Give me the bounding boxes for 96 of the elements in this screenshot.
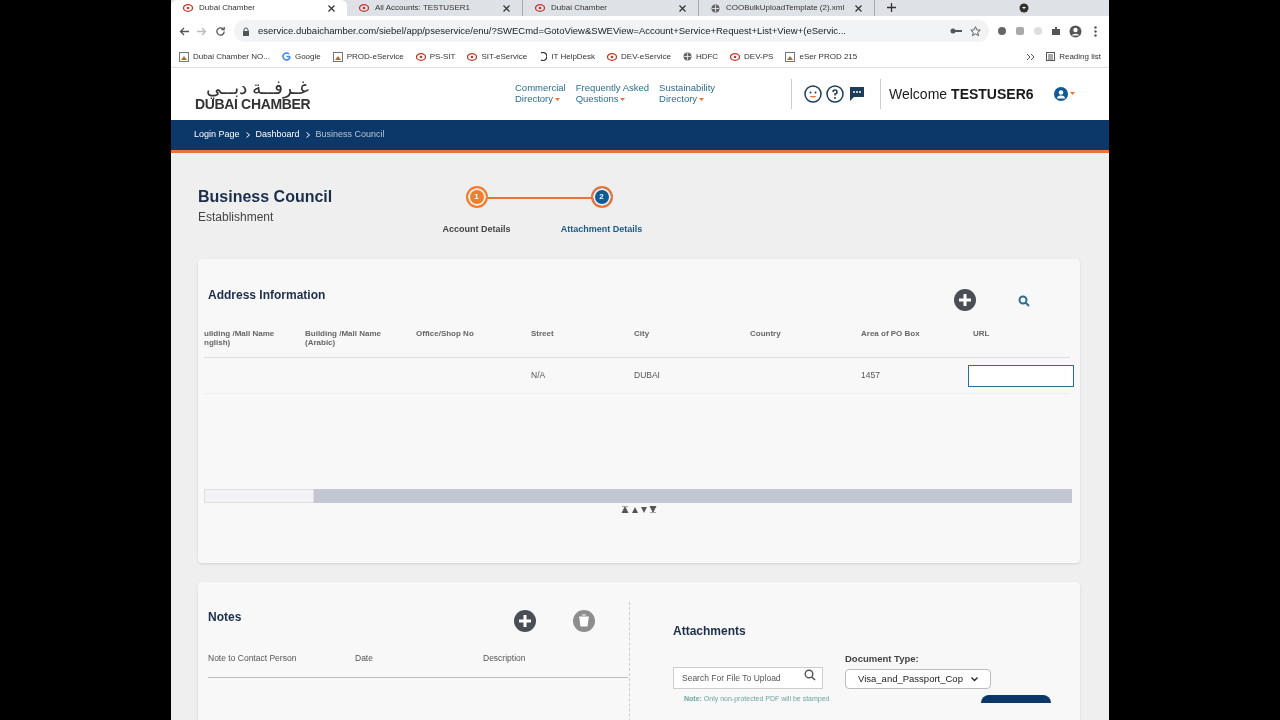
browser-tab[interactable]: Dubai Chamber: [171, 0, 347, 16]
tab-search-icon[interactable]: [1019, 3, 1029, 13]
bookmark[interactable]: Google: [281, 50, 321, 63]
puzzle-icon[interactable]: [1051, 26, 1061, 36]
site-icon: [183, 4, 193, 12]
nav-link[interactable]: Commercial Directory: [515, 83, 566, 105]
welcome-text: Welcome: [889, 84, 948, 104]
search-icon[interactable]: [804, 669, 816, 681]
step-label: Account Details: [441, 223, 512, 236]
site-icon: [607, 52, 618, 61]
smiley-icon[interactable]: [804, 85, 822, 103]
chevron-icon: [245, 132, 250, 138]
page-title: Business Council: [198, 187, 334, 207]
nav-link[interactable]: Sustainability Directory: [659, 83, 716, 105]
bookmark[interactable]: DEV-PS: [730, 50, 774, 63]
help-icon[interactable]: [826, 85, 844, 103]
column-header[interactable]: Street: [531, 329, 611, 339]
key-icon[interactable]: [950, 27, 962, 35]
site-icon: [359, 4, 369, 12]
bookmark[interactable]: PROD-eService: [332, 50, 404, 63]
document-type-select[interactable]: Visa_and_Passport_Cop: [845, 669, 991, 690]
google-icon: [281, 52, 291, 61]
step-label: Attachment Details: [560, 223, 643, 236]
column-header[interactable]: Note to Contact Person: [208, 653, 297, 663]
column-header[interactable]: Office/Shop No: [416, 329, 496, 339]
scrollbar-thumb[interactable]: [204, 489, 314, 503]
column-header[interactable]: uilding /Mall Name nglish): [204, 329, 284, 348]
site-icon: [415, 52, 426, 61]
add-icon[interactable]: [514, 610, 536, 632]
star-icon[interactable]: [970, 25, 981, 37]
caret-icon: [555, 97, 560, 101]
close-icon[interactable]: [328, 4, 335, 12]
user-name: TESTUSER6: [951, 84, 1034, 104]
site-icon: [535, 4, 545, 12]
column-header[interactable]: Description: [483, 653, 526, 663]
url-input[interactable]: [968, 364, 1074, 387]
nav-link[interactable]: Frequently Asked Questions: [575, 83, 650, 105]
close-icon[interactable]: [855, 4, 862, 12]
site-icon: [467, 52, 478, 61]
profile-icon[interactable]: [1069, 24, 1082, 38]
bookmark[interactable]: Dubai Chamber NO...: [179, 50, 270, 63]
bookmark[interactable]: IT HelpDesk: [539, 50, 596, 63]
reload-icon[interactable]: [215, 25, 226, 37]
pagination-arrows-icon[interactable]: [621, 506, 657, 513]
user-avatar-icon[interactable]: [1053, 87, 1076, 101]
spinner-icon: [539, 52, 548, 61]
section-title: Address Information: [208, 287, 327, 304]
column-header[interactable]: City: [634, 329, 714, 339]
more-bookmarks-icon[interactable]: [1027, 53, 1035, 60]
caret-icon: [620, 97, 626, 101]
table-cell: N/A: [531, 370, 546, 381]
column-header[interactable]: Area of PO Box: [861, 329, 941, 339]
table-cell: DUBAI: [634, 370, 660, 381]
file-search-field[interactable]: Search For File To Upload: [673, 667, 823, 689]
chevron-icon: [305, 132, 310, 138]
page-icon: [332, 51, 343, 62]
column-header[interactable]: Building /Mall Name (Arabic): [305, 329, 385, 348]
bookmark[interactable]: eSer PROD 215: [785, 50, 858, 63]
section-title: Notes: [208, 609, 243, 626]
chat-icon[interactable]: [848, 85, 866, 103]
bookmark[interactable]: HDFC: [682, 50, 719, 63]
column-header[interactable]: Date: [355, 653, 373, 663]
close-icon[interactable]: [503, 4, 510, 12]
lock-icon: [242, 26, 250, 36]
close-icon[interactable]: [679, 4, 686, 12]
column-header[interactable]: Country: [750, 329, 830, 339]
bookmark[interactable]: DEV-eService: [607, 50, 671, 63]
add-icon[interactable]: [954, 289, 976, 311]
breadcrumb-link[interactable]: Login Page: [194, 128, 240, 142]
bookmark[interactable]: SIT-eService: [467, 50, 528, 63]
page-icon: [785, 51, 796, 62]
page-icon: [179, 51, 189, 62]
caret-icon: [971, 676, 978, 682]
globe-icon: [711, 3, 720, 13]
breadcrumb-link[interactable]: Dashboard: [255, 128, 300, 142]
caret-icon: [699, 97, 705, 101]
step-marker[interactable]: 2: [590, 186, 613, 208]
site-icon: [730, 52, 741, 61]
document-type-label: Document Type:: [845, 652, 920, 666]
upload-button[interactable]: [981, 695, 1051, 704]
page-subtitle: Establishment: [198, 209, 275, 226]
column-header[interactable]: URL: [973, 329, 1053, 339]
globe-icon: [682, 52, 692, 61]
url-text: eservice.dubaichamber.com/siebel/app/pseservice/enu/?SWECmd=GotoView&SWEView=Account+Service+Request+List+View+(eServic...: [258, 23, 847, 38]
delete-icon[interactable]: [573, 610, 595, 632]
table-cell: 1457: [861, 370, 880, 381]
back-icon[interactable]: [179, 26, 189, 36]
search-icon[interactable]: [1018, 295, 1030, 307]
new-tab-icon[interactable]: [887, 3, 896, 12]
reading-list-link[interactable]: Reading list: [1059, 50, 1101, 63]
horizontal-scrollbar[interactable]: [204, 489, 1072, 503]
address-bar[interactable]: eservice.dubaichamber.com/siebel/app/pseservice/enu/?SWECmd=GotoView&SWEView=Account+Service+Request+List+View+(eServic...: [234, 20, 989, 42]
menu-icon[interactable]: [1094, 25, 1097, 37]
bookmark[interactable]: PS-SIT: [415, 50, 456, 63]
section-title: Attachments: [673, 623, 747, 640]
reading-list-icon: [1046, 52, 1056, 61]
